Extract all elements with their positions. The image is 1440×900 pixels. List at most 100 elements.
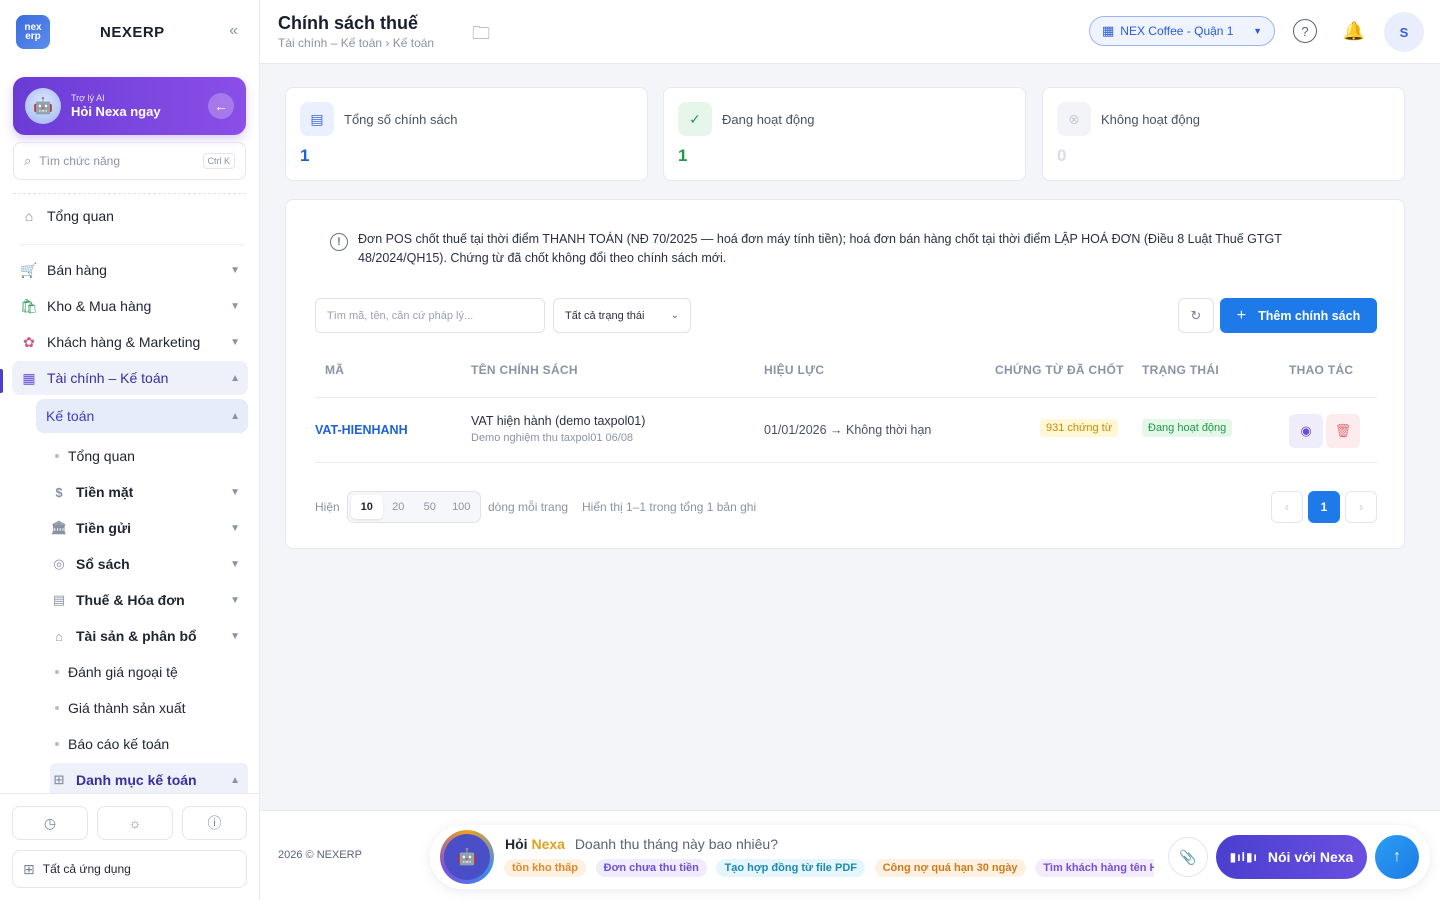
stat-card-inactive: ⊗ Không hoạt động 0 bbox=[1042, 87, 1405, 181]
breadcrumb: Tài chính – Kế toán › Kế toán bbox=[278, 36, 435, 50]
refresh-button[interactable]: ↻ bbox=[1178, 298, 1214, 333]
chevron-up-icon: ▲ bbox=[230, 372, 240, 384]
page-size-option[interactable]: 100 bbox=[446, 495, 478, 519]
chevron-down-icon: ▼ bbox=[230, 264, 240, 276]
theme-button[interactable]: ☼ bbox=[97, 806, 173, 840]
all-apps-button[interactable]: ⊞ Tất cả ứng dụng bbox=[12, 850, 247, 888]
ask-nexa: Nexa bbox=[531, 836, 565, 852]
suggestion-chip[interactable]: Tạo hợp đồng từ file PDF bbox=[716, 859, 865, 877]
sidebar-subitem-books[interactable]: ◎ Sổ sách ▼ bbox=[50, 547, 248, 581]
sidebar-bottom: ◷ ☼ ⓘ ⊞ Tất cả ứng dụng bbox=[0, 793, 259, 900]
nexa-question-input[interactable]: Hỏi Nexa Doanh thu tháng này bao nhiêu? bbox=[505, 836, 778, 852]
stat-value: 1 bbox=[300, 146, 310, 165]
delete-button[interactable]: 🗑 bbox=[1326, 414, 1360, 448]
suggestion-chip[interactable]: Công nợ quá hạn 30 ngày bbox=[874, 859, 1026, 877]
sidebar-subitem-overview[interactable]: Tổng quan bbox=[50, 439, 248, 473]
arrow-left-icon[interactable]: ← bbox=[208, 93, 234, 119]
bell-icon[interactable]: 🔔 bbox=[1342, 19, 1366, 43]
sidebar-subitem-tax[interactable]: ▤ Thuế & Hóa đơn ▼ bbox=[50, 583, 248, 617]
sidebar-item-sales[interactable]: 🛒 Bán hàng ▼ bbox=[12, 253, 248, 287]
stat-label: Đang hoạt động bbox=[722, 112, 815, 127]
status-filter-select[interactable]: Tất cả trạng thái ⌄ bbox=[553, 298, 691, 333]
next-page-button[interactable]: › bbox=[1345, 491, 1377, 523]
avatar[interactable]: S bbox=[1384, 12, 1424, 52]
nexa-orb[interactable]: 🤖 bbox=[440, 830, 494, 884]
policy-desc: Demo nghiệm thu taxpol01 06/08 bbox=[471, 432, 634, 444]
sidebar-item-customers[interactable]: ✿ Khách hàng & Marketing ▼ bbox=[12, 325, 248, 359]
suggestion-chip[interactable]: Tìm khách hàng tên H bbox=[1035, 859, 1154, 877]
sidebar-item-label: Bán hàng bbox=[47, 262, 107, 278]
sidebar-item-finance[interactable]: ▦ Tài chính – Kế toán ▲ bbox=[12, 361, 248, 395]
sidebar-item-accounting[interactable]: Kế toán ▲ bbox=[36, 399, 248, 433]
clock-icon: ◷ bbox=[43, 814, 57, 831]
page-size-option[interactable]: 20 bbox=[383, 495, 415, 519]
sidebar-subitem-fx[interactable]: Đánh giá ngoại tệ bbox=[50, 655, 248, 689]
view-button[interactable]: ◉ bbox=[1289, 414, 1323, 448]
sidebar-item-label: Giá thành sản xuất bbox=[68, 700, 186, 716]
collapse-sidebar-icon[interactable]: « bbox=[229, 22, 238, 40]
sidebar-item-label: Kho & Mua hàng bbox=[47, 298, 152, 314]
suggestion-chip[interactable]: Đơn chưa thu tiền bbox=[595, 859, 707, 877]
sidebar-subitem-deposit[interactable]: 🏛 Tiền gửi ▼ bbox=[50, 511, 248, 545]
status-filter-value: Tất cả trạng thái bbox=[565, 309, 645, 322]
column-header-name[interactable]: TÊN CHÍNH SÁCH bbox=[471, 363, 578, 377]
column-header-status[interactable]: TRẠNG THÁI bbox=[1142, 363, 1219, 377]
bullet bbox=[55, 454, 59, 458]
chevron-down-icon: ▼ bbox=[230, 630, 240, 642]
add-policy-button[interactable]: + Thêm chính sách bbox=[1220, 298, 1377, 333]
policy-search-input[interactable]: Tìm mã, tên, căn cứ pháp lý... bbox=[315, 298, 545, 333]
function-search-input[interactable]: ⌕ Tìm chức năng Ctrl K bbox=[13, 142, 246, 180]
footer: 2026 © NEXERP 🤖 Hỏi Nexa Doanh thu tháng… bbox=[260, 810, 1440, 900]
column-header-code[interactable]: MÃ bbox=[325, 363, 344, 377]
alert-button[interactable]: ⓘ bbox=[182, 806, 247, 840]
send-button[interactable]: ↑ bbox=[1375, 835, 1419, 879]
sidebar-item-overview[interactable]: ⌂ Tổng quan bbox=[12, 199, 248, 233]
store-icon: ▦ bbox=[1102, 23, 1115, 38]
ai-card-text: Trợ lý AI Hỏi Nexa ngay bbox=[71, 93, 208, 119]
ai-assistant-card[interactable]: 🤖 Trợ lý AI Hỏi Nexa ngay ← bbox=[13, 77, 246, 135]
info-notice: ! Đơn POS chốt thuế tại thời điểm THANH … bbox=[330, 230, 1330, 268]
apps-icon: ⊞ bbox=[23, 860, 35, 877]
store-selector[interactable]: ▦ NEX Coffee - Quận 1 ▼ bbox=[1089, 16, 1275, 46]
brand-logo[interactable]: nex erp bbox=[16, 15, 50, 49]
column-header-validity[interactable]: HIỆU LỰC bbox=[764, 363, 824, 377]
top-header: Chính sách thuế Tài chính – Kế toán › Kế… bbox=[260, 0, 1440, 64]
sidebar-subitem-report[interactable]: Báo cáo kế toán bbox=[50, 727, 248, 761]
help-icon[interactable]: ? bbox=[1293, 19, 1317, 43]
talk-to-nexa-button[interactable]: ▮ıl▮ı Nói với Nexa bbox=[1216, 835, 1367, 879]
policy-name: VAT hiện hành (demo taxpol01) bbox=[471, 414, 646, 428]
chevron-down-icon: ⌄ bbox=[670, 310, 679, 321]
sidebar-subitem-cash[interactable]: $ Tiền mặt ▼ bbox=[50, 475, 248, 509]
sidebar-subitem-assets[interactable]: ⌂ Tài sản & phân bổ ▼ bbox=[50, 619, 248, 653]
page-size-option[interactable]: 10 bbox=[351, 495, 383, 519]
sidebar: nex erp NEXERP « 🤖 Trợ lý AI Hỏi Nexa ng… bbox=[0, 0, 260, 900]
robot-icon: 🤖 bbox=[444, 834, 490, 880]
trash-icon: 🗑 bbox=[1334, 423, 1352, 438]
policy-validity: 01/01/2026 → Không thời hạn bbox=[764, 423, 932, 437]
users-icon: ✿ bbox=[23, 333, 35, 350]
talk-label: Nói với Nexa bbox=[1267, 849, 1354, 865]
prev-page-button[interactable]: ‹ bbox=[1271, 491, 1303, 523]
sidebar-item-label: Tài chính – Kế toán bbox=[47, 370, 169, 386]
policy-code-link[interactable]: VAT-HIENHANH bbox=[315, 423, 408, 437]
page-button-current[interactable]: 1 bbox=[1308, 491, 1340, 523]
bullet bbox=[55, 670, 59, 674]
ledger-icon: ◎ bbox=[53, 556, 65, 571]
sidebar-subitem-cost[interactable]: Giá thành sản xuất bbox=[50, 691, 248, 725]
sidebar-item-label: Khách hàng & Marketing bbox=[47, 334, 201, 350]
page-size-option[interactable]: 50 bbox=[414, 495, 446, 519]
sidebar-item-inventory[interactable]: 🛍 Kho & Mua hàng ▼ bbox=[12, 289, 248, 323]
stat-label: Tổng số chính sách bbox=[344, 112, 458, 127]
sidebar-item-label: Tổng quan bbox=[68, 448, 135, 464]
column-header-locked-docs[interactable]: CHỨNG TỪ ĐÃ CHỐT bbox=[995, 363, 1124, 377]
folder-icon[interactable]: 🗀 bbox=[472, 21, 490, 51]
stat-card-total: ▤ Tổng số chính sách 1 bbox=[285, 87, 648, 181]
row-divider bbox=[315, 462, 1377, 463]
column-header-actions: THAO TÁC bbox=[1289, 363, 1354, 377]
attach-button[interactable]: 📎 bbox=[1168, 837, 1208, 877]
suggestion-chip[interactable]: tồn kho thấp bbox=[504, 859, 586, 877]
document-icon: ▤ bbox=[300, 102, 334, 136]
brand-name: NEXERP bbox=[100, 23, 165, 41]
history-button[interactable]: ◷ bbox=[12, 806, 88, 840]
sidebar-subitem-catalog[interactable]: ⊞ Danh mục kế toán ▲ bbox=[50, 763, 248, 793]
